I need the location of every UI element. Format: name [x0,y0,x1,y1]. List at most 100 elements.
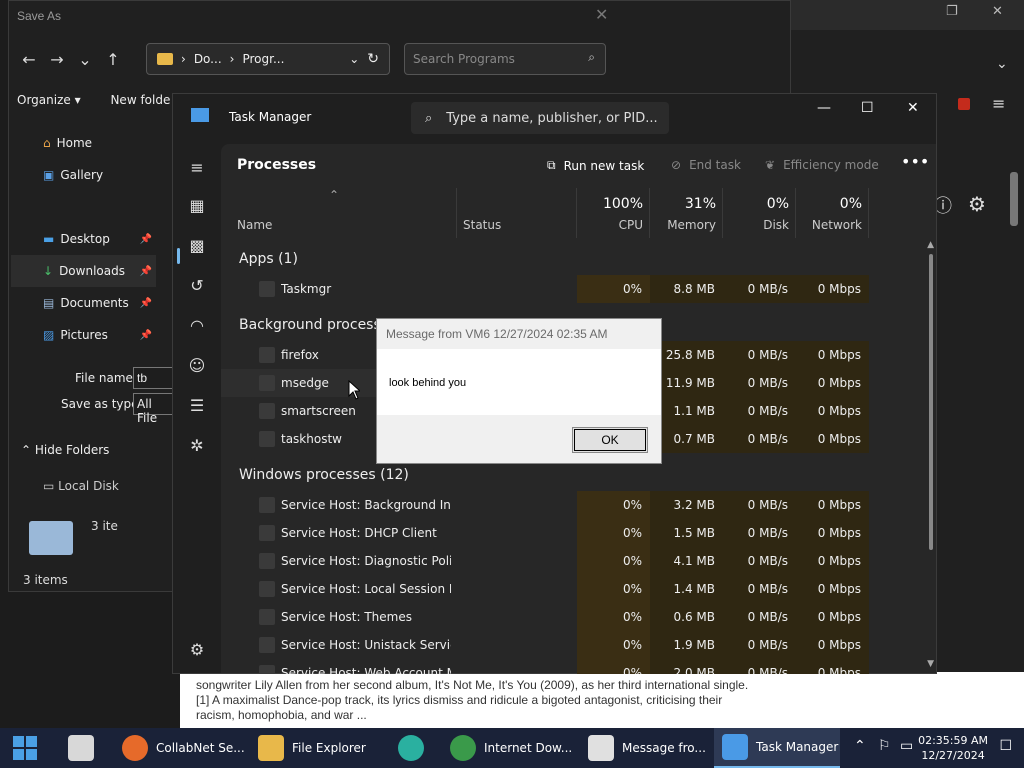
sidebar-item-documents[interactable]: ▤ Documents 📌 [11,287,156,319]
minimize-icon[interactable]: — [817,100,831,116]
run-new-task-button[interactable]: ⧉ Run new task [547,158,644,173]
clock[interactable]: 02:35:59 AM 12/27/2024 [918,733,988,763]
close-icon[interactable]: ✕ [907,100,919,116]
pin-icon[interactable]: 📌 [140,234,152,245]
taskbar-item-file-explorer[interactable]: File Explorer [258,728,366,768]
sidebar-item-label: Documents [60,296,129,310]
close-icon[interactable]: ✕ [595,5,608,24]
article-panel: songwriter Lily Allen from her second al… [180,672,1024,728]
breadcrumb[interactable]: › Do... › Progr... ⌄ ↻ [146,43,390,75]
hamburger-icon[interactable]: ≡ [187,158,207,178]
table-row[interactable]: Service Host: Local Session M... 0% 1.4 … [221,575,869,603]
network-icon[interactable]: ⚐ [878,738,891,754]
search-input[interactable]: Search Programs ⌕ [404,43,606,75]
menu-icon[interactable]: ≡ [992,94,1005,113]
article-line: songwriter Lily Allen from her second al… [196,678,749,692]
document-icon [68,735,94,761]
refresh-icon[interactable]: ↻ [367,51,379,67]
chevron-down-icon[interactable]: ⌄ [996,56,1008,72]
taskbar-item-firefox[interactable]: CollabNet Se... [122,728,245,768]
taskbar-item-edge[interactable] [398,728,424,768]
task-manager-icon [722,734,748,760]
back-icon[interactable]: ← [15,50,43,69]
folder-icon [258,735,284,761]
column-status[interactable]: Status [457,188,577,238]
column-memory[interactable]: 31% Memory [650,188,723,238]
table-row[interactable]: Service Host: Unistack Service ... 0% 1.… [221,631,869,659]
scroll-down-icon[interactable]: ▼ [927,659,934,669]
table-row[interactable]: Service Host: Diagnostic Polic... 0% 4.1… [221,547,869,575]
network-value: 0 Mbps [796,491,869,519]
taskbar-item-internet-download[interactable]: Internet Dow... [450,728,572,768]
chevron-down-icon[interactable]: ⌄ [349,52,359,66]
ok-button[interactable]: OK [572,427,648,453]
column-disk[interactable]: 0% Disk [723,188,796,238]
display-icon[interactable]: ▭ [900,738,913,754]
scrollbar[interactable] [1010,172,1018,226]
users-icon[interactable]: ☺ [187,356,207,376]
app-history-icon[interactable]: ↺ [187,276,207,296]
new-folder-button[interactable]: New folde [110,93,170,107]
gear-icon[interactable]: ⚙ [187,640,207,660]
group-windows[interactable]: Windows processes (12) [239,467,409,483]
pin-icon[interactable]: 📌 [140,330,152,341]
sidebar-item-home[interactable]: ⌂ Home [11,127,156,159]
table-row[interactable]: Service Host: Web Account M... 0% 2.0 MB… [221,659,869,674]
forward-icon[interactable]: → [43,50,71,69]
pin-icon[interactable]: 📌 [140,266,152,277]
sidebar-item-label: Home [56,136,93,150]
efficiency-mode-button[interactable]: ❦ Efficiency mode [765,158,879,172]
table-row[interactable]: Taskmgr 0% 8.8 MB 0 MB/s 0 Mbps [221,275,869,303]
column-name[interactable]: ⌃ Name [221,188,457,238]
cpu-value: 0% [577,603,650,631]
table-row[interactable]: Service Host: DHCP Client 0% 1.5 MB 0 MB… [221,519,869,547]
start-button[interactable] [12,728,38,768]
breadcrumb-item[interactable]: Progr... [242,52,284,66]
chevron-up-icon[interactable]: ⌃ [854,738,866,754]
scroll-up-icon[interactable]: ▲ [927,240,934,250]
breadcrumb-item[interactable]: Do... [194,52,222,66]
sidebar-item-desktop[interactable]: ▬ Desktop 📌 [11,223,156,255]
taskbar-item-task-manager[interactable]: Task Manager [714,728,840,768]
sidebar-item-pictures[interactable]: ▨ Pictures 📌 [11,319,156,351]
organize-button[interactable]: Organize [17,93,71,107]
search-placeholder: Search Programs [413,52,515,66]
performance-icon[interactable]: ▩ [187,236,207,256]
end-task-button[interactable]: ⊘ End task [671,158,741,172]
group-background[interactable]: Background processes [239,317,397,333]
notification-icon[interactable]: ☐ [999,738,1012,754]
column-network[interactable]: 0% Network [796,188,869,238]
taskbar-item-notes[interactable] [68,728,94,768]
pin-icon[interactable]: 📌 [140,298,152,309]
up-icon[interactable]: ↑ [99,50,127,69]
restore-icon[interactable]: ❐ [946,4,958,19]
taskbar-item-message[interactable]: Message fro... [588,728,706,768]
local-disk-item[interactable]: ▭ Local Disk [43,479,119,493]
table-row[interactable]: Service Host: Themes 0% 0.6 MB 0 MB/s 0 … [221,603,869,631]
sort-arrow-icon: ⌃ [329,188,340,202]
sidebar-item-downloads[interactable]: ↓ Downloads 📌 [11,255,156,287]
search-input[interactable]: ⌕ Type a name, publisher, or PID... [411,102,669,134]
hide-folders-button[interactable]: ⌃ Hide Folders [21,443,109,457]
details-icon[interactable]: ☰ [187,396,207,416]
table-row[interactable]: Service Host: Background Inte... 0% 3.2 … [221,491,869,519]
process-name: Service Host: Background Inte... [281,498,451,512]
close-icon[interactable]: ✕ [992,4,1003,19]
cpu-value: 0% [577,491,650,519]
services-icon[interactable]: ✲ [187,436,207,456]
gear-icon[interactable]: ⚙ [968,192,986,216]
more-options-icon[interactable]: ••• [901,152,929,171]
extension-icon[interactable] [958,98,970,110]
startup-apps-icon[interactable]: ◠ [187,316,207,336]
scrollbar[interactable] [929,254,933,550]
chevron-down-icon[interactable]: ⌄ [71,50,99,69]
taskbar: CollabNet Se... File Explorer Internet D… [0,728,1024,768]
column-cpu[interactable]: 100% CPU [577,188,650,238]
sidebar-item-gallery[interactable]: ▣ Gallery [11,159,156,191]
process-icon [259,665,275,674]
processes-icon[interactable]: ▦ [187,196,207,216]
folder-icon[interactable] [29,521,73,555]
maximize-icon[interactable]: ☐ [861,100,874,116]
group-apps[interactable]: Apps (1) [239,251,298,267]
file-name-label: File name: [75,371,137,385]
